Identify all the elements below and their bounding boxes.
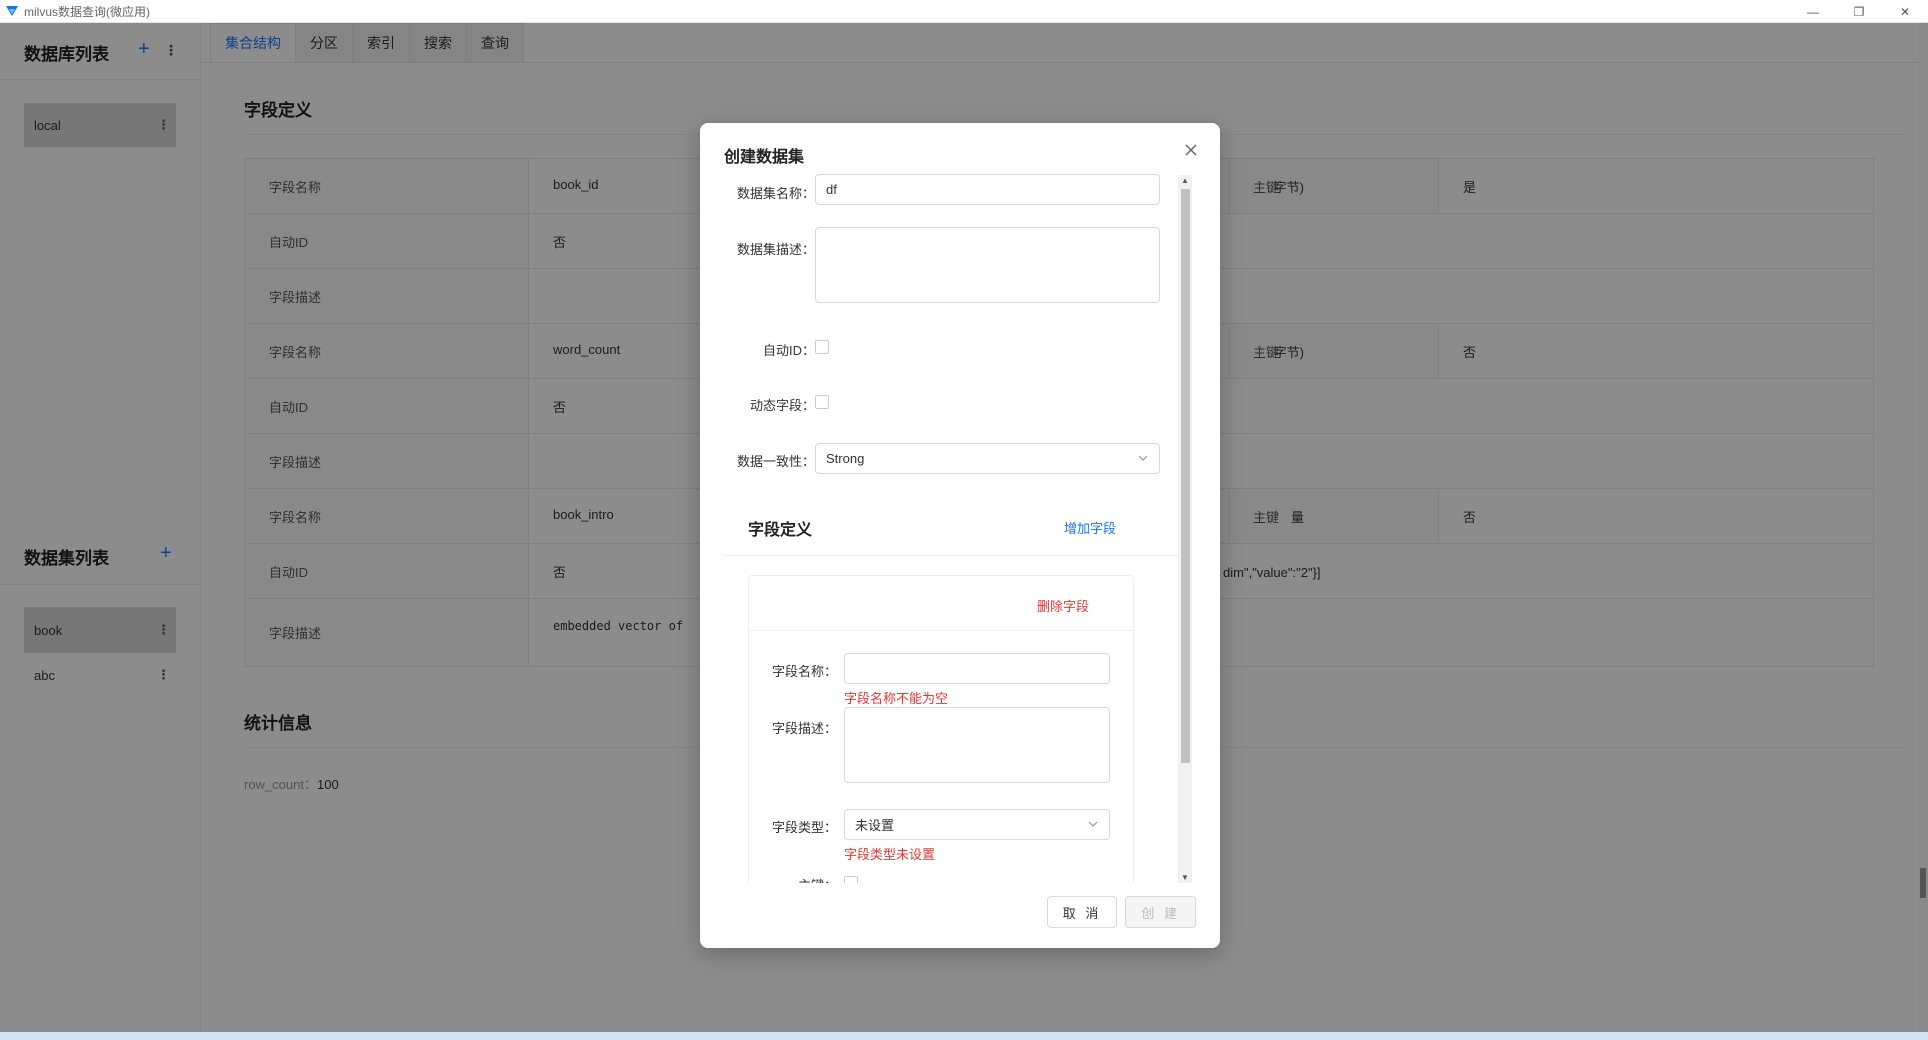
field-card: 删除字段 字段名称： 字段名称不能为空 字段描述： 字段类型： 未设置 字段类型… [748,575,1134,883]
field-name-input[interactable] [844,653,1110,684]
collection-name-input[interactable] [815,174,1160,205]
consistency-label: 数据一致性： [736,454,815,469]
window-title: milvus数据查询(微应用) [24,4,150,19]
status-bar [0,1032,1928,1040]
restore-button[interactable]: ❐ [1836,0,1882,23]
chevron-down-icon [1138,455,1148,461]
close-icon[interactable] [1180,139,1202,161]
field-name-error: 字段名称不能为空 [844,691,949,706]
field-desc-label: 字段描述： [771,721,837,736]
dialog-scrollbar[interactable]: ▲ ▼ [1178,175,1192,883]
primary-key-checkbox[interactable] [844,876,858,883]
create-collection-dialog: 创建数据集 数据集名称： 数据集描述： 自动ID： 动态字段： 数据一致性： S… [700,123,1220,948]
minimize-button[interactable]: — [1790,0,1836,23]
scroll-up-icon[interactable]: ▲ [1181,176,1189,185]
auto-id-label: 自动ID： [762,343,815,358]
auto-id-checkbox[interactable] [815,340,829,354]
collection-desc-textarea[interactable] [815,227,1160,303]
dialog-title: 创建数据集 [724,149,805,166]
consistency-selected-value: Strong [826,451,865,466]
field-type-error: 字段类型未设置 [844,847,936,862]
field-type-select[interactable]: 未设置 [844,809,1110,840]
chevron-down-icon [1088,821,1098,827]
dialog-footer: 取 消 创 建 [1046,896,1196,928]
field-type-selected-value: 未设置 [855,818,895,833]
create-button[interactable]: 创 建 [1125,896,1196,928]
dynamic-field-checkbox[interactable] [815,395,829,409]
collection-name-label: 数据集名称： [736,186,815,201]
close-window-button[interactable]: ✕ [1882,0,1928,23]
field-type-label: 字段类型： [771,820,837,835]
field-desc-textarea[interactable] [844,707,1110,783]
dynamic-field-label: 动态字段： [749,398,815,413]
main-scrollbar[interactable] [1918,23,1928,1032]
app-logo-icon [6,6,18,16]
title-bar: milvus数据查询(微应用) — ❐ ✕ [0,0,1928,23]
add-field-button[interactable]: 增加字段 [1064,518,1116,537]
section-divider [724,555,1184,556]
dialog-body: 数据集名称： 数据集描述： 自动ID： 动态字段： 数据一致性： Strong … [724,173,1184,883]
field-definition-section-title: 字段定义 [748,522,813,539]
collection-desc-label: 数据集描述： [736,242,815,257]
primary-key-label: 主键： [749,875,837,883]
consistency-select[interactable]: Strong [815,443,1160,474]
card-divider [749,630,1133,631]
delete-field-button[interactable]: 删除字段 [1037,596,1089,615]
scroll-down-icon[interactable]: ▼ [1181,873,1189,882]
scrollbar-thumb[interactable] [1181,189,1190,763]
field-name-label: 字段名称： [771,664,837,679]
cancel-button[interactable]: 取 消 [1046,896,1118,928]
